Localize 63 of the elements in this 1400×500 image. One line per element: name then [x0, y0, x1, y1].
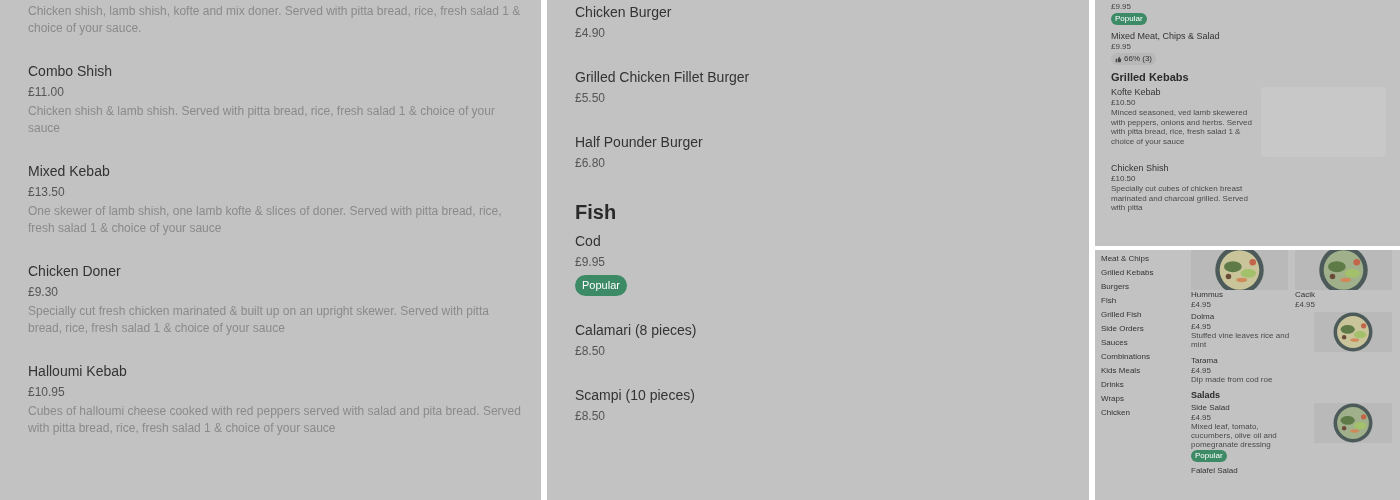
item-description: Specially cut cubes of chicken breast marinated and charcoal grilled. Served with pitta: [1111, 184, 1249, 213]
category-link[interactable]: Kids Meals: [1101, 366, 1191, 376]
item-name[interactable]: Chicken Shish: [1111, 163, 1169, 174]
item-description: Stuffed vine leaves rice and mint: [1191, 331, 1291, 349]
item-price: £4.95: [1191, 300, 1213, 309]
item-name[interactable]: Tarama: [1191, 356, 1218, 366]
item-name[interactable]: Calamari (8 pieces): [575, 319, 697, 340]
item-name[interactable]: Chicken Doner: [28, 261, 121, 281]
item-price: £9.95: [1111, 42, 1132, 52]
item-name[interactable]: Chicken Burger: [575, 2, 672, 22]
item-price: £9.95: [575, 254, 606, 271]
item-price: £11.00: [28, 84, 64, 101]
item-price: £10.50: [1111, 174, 1136, 184]
item-price: £4.95: [1295, 300, 1317, 309]
item-price: £8.50: [575, 342, 606, 360]
item-description: Mixed leaf, tomato, cucumbers, olive oil and pomegranate dressing: [1191, 422, 1278, 449]
item-price: £4.95: [1191, 413, 1212, 422]
item-price: £13.50: [28, 184, 65, 201]
item-price: £8.50: [575, 407, 606, 425]
item-description: Minced seasoned, ved lamb skewered with peppers, onions and herbs. Served with pitta bread, rice, fresh salad 1 & choice of your sauce: [1111, 108, 1253, 146]
item-name[interactable]: Scampi (10 pieces): [575, 384, 695, 405]
item-name[interactable]: Half Pounder Burger: [575, 132, 703, 152]
category-link[interactable]: Fish: [1101, 296, 1191, 306]
item-price: £4.95: [1191, 322, 1212, 331]
item-price: £10.50: [1111, 98, 1136, 108]
item-name[interactable]: Hummus: [1191, 290, 1288, 300]
section-heading: Grilled Kebabs: [1111, 71, 1190, 84]
category-link[interactable]: Chicken: [1101, 408, 1191, 418]
item-price: £5.50: [575, 90, 606, 107]
section-heading: Salads: [1191, 390, 1222, 401]
item-name[interactable]: Halloumi Kebab: [28, 361, 127, 381]
section-heading: Fish: [575, 200, 618, 225]
item-price: £10.95: [28, 384, 65, 401]
item-name[interactable]: Combo Shish: [28, 61, 113, 81]
item-name[interactable]: Side Salad: [1191, 403, 1230, 413]
item-description: Dip made from cod roe: [1191, 375, 1273, 384]
category-link[interactable]: Grilled Fish: [1101, 310, 1191, 320]
category-link[interactable]: Grilled Kebabs: [1101, 268, 1191, 278]
category-link[interactable]: Sauces: [1101, 338, 1191, 348]
item-name[interactable]: Mixed Kebab: [28, 161, 110, 181]
item-price: £6.80: [575, 155, 606, 172]
category-link[interactable]: Wraps: [1101, 394, 1191, 404]
item-name[interactable]: Cod: [575, 231, 601, 251]
item-price: £4.90: [575, 25, 606, 42]
rating-badge: 66% (3): [1111, 53, 1156, 65]
thumbs-up-icon: [1115, 55, 1122, 63]
category-link[interactable]: Side Orders: [1101, 324, 1191, 334]
item-name[interactable]: Kofte Kebab: [1111, 87, 1161, 98]
category-link[interactable]: Drinks: [1101, 380, 1191, 390]
item-name[interactable]: Dolma: [1191, 312, 1215, 322]
item-price: £9.95: [1111, 2, 1132, 12]
category-link[interactable]: Combinations: [1101, 352, 1191, 362]
item-name[interactable]: Cacik: [1295, 290, 1392, 300]
item-name[interactable]: Mixed Meat, Chips & Salad: [1111, 31, 1220, 42]
popular-badge: Popular: [1111, 13, 1147, 25]
item-price: £4.95: [1191, 366, 1212, 375]
item-price: £9.30: [28, 284, 59, 301]
item-name[interactable]: Grilled Chicken Fillet Burger: [575, 67, 750, 87]
popular-badge: Popular: [575, 275, 627, 296]
category-link[interactable]: Burgers: [1101, 282, 1191, 292]
category-link[interactable]: Meat & Chips: [1101, 254, 1191, 264]
popular-badge: Popular: [1191, 450, 1227, 462]
item-name[interactable]: Falafel Salad: [1191, 466, 1238, 476]
